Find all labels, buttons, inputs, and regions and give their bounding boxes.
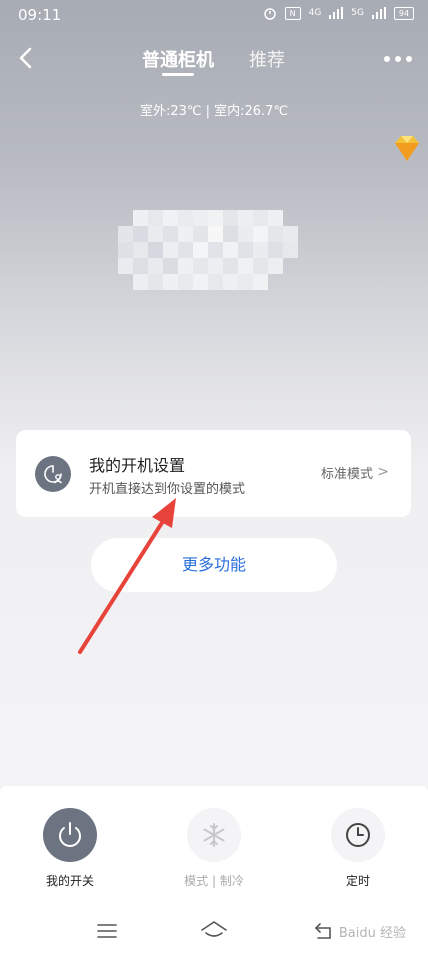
- battery-icon: 94: [394, 6, 414, 20]
- timer-label: 定时: [345, 874, 370, 888]
- blurred-setpoint-display: [118, 210, 298, 290]
- nfc-icon: N: [284, 6, 301, 20]
- startup-settings-card[interactable]: 我的开机设置 开机直接达到你设置的模式 标准模式 >: [16, 430, 411, 517]
- signal-bars-icon: [329, 7, 344, 19]
- more-options-icon[interactable]: [384, 56, 412, 62]
- tab-active-indicator: [162, 73, 194, 76]
- diamond-icon[interactable]: [390, 134, 424, 164]
- tab-recommend[interactable]: 推荐: [249, 46, 285, 72]
- signal-4g-icon: 4G: [308, 8, 322, 18]
- startup-settings-icon: [35, 456, 71, 492]
- tab-normal-cabinet[interactable]: 普通柜机: [142, 46, 214, 72]
- power-icon[interactable]: [43, 808, 97, 862]
- more-functions-button[interactable]: 更多功能: [91, 538, 337, 592]
- back-arrow-icon[interactable]: [14, 46, 38, 70]
- menu-icon[interactable]: [92, 919, 122, 943]
- temperature-readout: 室外:23℃ | 室内:26.7℃: [139, 104, 289, 119]
- chevron-right-icon: >: [377, 464, 389, 480]
- snowflake-icon[interactable]: [187, 808, 241, 862]
- power-label: 我的开关: [45, 874, 94, 888]
- signal-5g-icon: 5G: [351, 8, 364, 18]
- top-navigation: 普通柜机 推荐: [0, 40, 428, 80]
- status-time: 09:11: [18, 6, 62, 24]
- card-mode-value: 标准模式: [320, 467, 373, 482]
- clock-icon[interactable]: [331, 808, 385, 862]
- alarm-icon: [263, 8, 276, 20]
- card-subtitle: 开机直接达到你设置的模式: [89, 482, 246, 497]
- status-icons: N 4G 5G 94: [263, 6, 414, 20]
- timer-control[interactable]: 定时: [313, 808, 403, 889]
- watermark: Baidu 经验: [338, 926, 406, 941]
- bottom-control-panel: 我的开关 模式 | 制冷 定时 Baidu 经验: [0, 786, 428, 961]
- mode-control[interactable]: 模式 | 制冷: [169, 808, 259, 889]
- signal-bars-2-icon: [372, 7, 386, 19]
- mode-label: 模式 | 制冷: [184, 874, 244, 888]
- back-nav-icon[interactable]: [310, 919, 340, 943]
- power-control[interactable]: 我的开关: [25, 808, 115, 889]
- status-bar: 09:11 N 4G 5G 94: [0, 0, 428, 30]
- card-title: 我的开机设置: [89, 456, 186, 475]
- home-icon[interactable]: [199, 919, 229, 943]
